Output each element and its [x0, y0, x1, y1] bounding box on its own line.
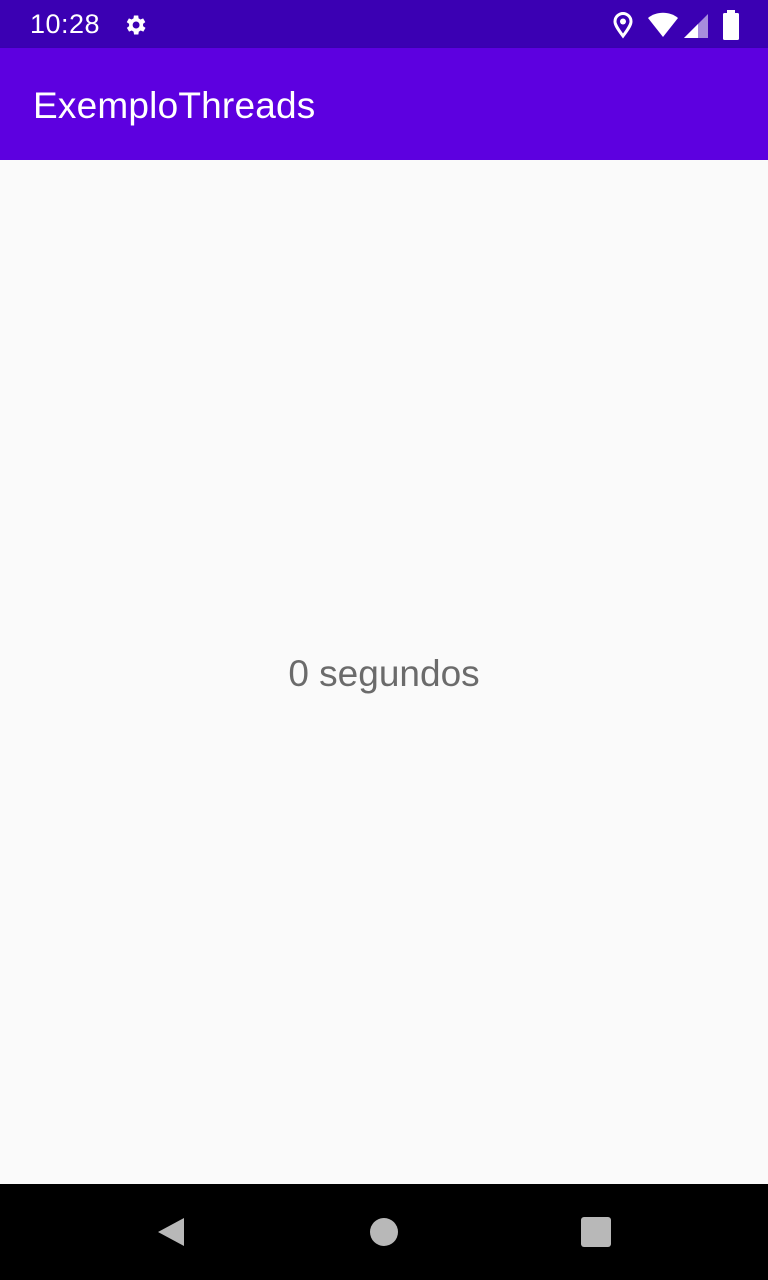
home-icon[interactable]: [356, 1204, 412, 1260]
settings-gear-icon: [126, 15, 146, 35]
status-bar: 10:28: [0, 0, 768, 48]
battery-icon: [723, 10, 739, 40]
back-icon[interactable]: [144, 1204, 200, 1260]
status-time: 10:28: [30, 9, 101, 39]
navigation-bar: [0, 1184, 768, 1280]
seconds-counter-text: 0 segundos: [288, 653, 480, 694]
location-pin-icon: [613, 12, 633, 39]
app-bar: ExemploThreads: [0, 48, 768, 160]
cell-signal-icon: [684, 14, 708, 38]
app-title: ExemploThreads: [33, 85, 316, 126]
wifi-icon: [648, 12, 678, 37]
app-screen: 10:28 ExemploThreads 0 segundos: [0, 0, 768, 1280]
recents-icon[interactable]: [568, 1204, 624, 1260]
main-content: 0 segundos: [0, 160, 768, 1184]
